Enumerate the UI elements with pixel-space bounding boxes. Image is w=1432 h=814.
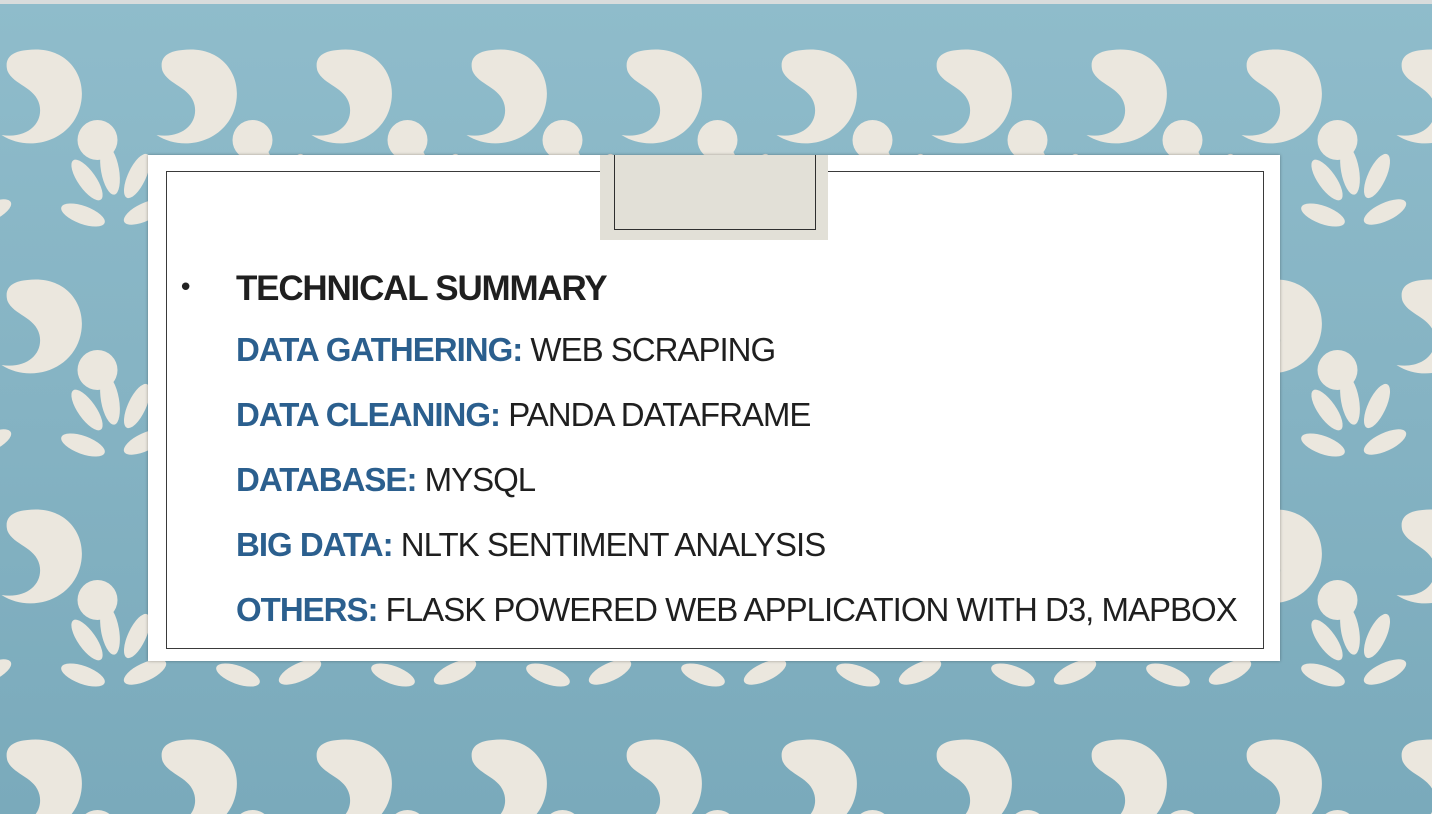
paisley-shape bbox=[311, 739, 392, 814]
paisley-shape bbox=[1396, 509, 1432, 604]
leaf-sprig-shape bbox=[0, 143, 15, 232]
paisley-shape bbox=[931, 49, 1012, 144]
paisley-shape bbox=[776, 49, 857, 144]
leaf-sprig-shape bbox=[1298, 0, 1410, 2]
leaf-sprig-shape bbox=[1143, 0, 1255, 2]
leaf-sprig-shape bbox=[988, 0, 1100, 2]
bullet-list: • TECHNICAL SUMMARY DATA GATHERING: WEB … bbox=[178, 265, 1258, 642]
dot-shape bbox=[1325, 810, 1350, 814]
paisley-shape bbox=[776, 739, 857, 814]
item-value: NLTK SENTIMENT ANALYSIS bbox=[400, 526, 826, 563]
leaf-sprig-shape bbox=[1298, 373, 1410, 462]
paisley-shape bbox=[156, 739, 237, 814]
dot-shape bbox=[1015, 810, 1040, 814]
paisley-shape bbox=[1396, 279, 1432, 374]
section-heading: TECHNICAL SUMMARY bbox=[236, 269, 608, 308]
item-value: PANDA DATAFRAME bbox=[508, 396, 811, 433]
dot-shape bbox=[240, 810, 265, 814]
paisley-shape bbox=[466, 739, 547, 814]
paisley-shape bbox=[156, 49, 237, 144]
leaf-sprig-shape bbox=[0, 0, 15, 2]
paisley-shape bbox=[1, 49, 82, 144]
leaf-sprig-shape bbox=[523, 0, 635, 2]
list-item: DATA CLEANING: PANDA DATAFRAME bbox=[236, 382, 1258, 447]
list-item: DATABASE: MYSQL bbox=[236, 447, 1258, 512]
title-tab bbox=[600, 155, 828, 240]
leaf-sprig-shape bbox=[1298, 143, 1410, 232]
bullet-heading-row: • TECHNICAL SUMMARY bbox=[178, 265, 1258, 317]
title-tab-inner bbox=[614, 155, 816, 230]
leaf-sprig-shape bbox=[368, 0, 480, 2]
paisley-shape bbox=[1241, 739, 1322, 814]
dot-shape bbox=[395, 810, 420, 814]
item-label: DATA CLEANING: bbox=[236, 396, 501, 433]
leaf-sprig-shape bbox=[58, 0, 170, 2]
paisley-shape bbox=[466, 49, 547, 144]
dot-shape bbox=[550, 810, 575, 814]
paisley-shape bbox=[311, 49, 392, 144]
item-label: BIG DATA: bbox=[236, 526, 394, 563]
item-label: DATA GATHERING: bbox=[236, 331, 523, 368]
item-value: MYSQL bbox=[424, 461, 537, 498]
leaf-sprig-shape bbox=[678, 0, 790, 2]
leaf-sprig-shape bbox=[0, 603, 15, 692]
content-card: • TECHNICAL SUMMARY DATA GATHERING: WEB … bbox=[148, 155, 1280, 661]
dot-shape bbox=[860, 810, 885, 814]
dot-shape bbox=[1170, 810, 1195, 814]
paisley-shape bbox=[1, 739, 82, 814]
paisley-shape bbox=[1086, 739, 1167, 814]
bullet-icon: • bbox=[178, 273, 194, 303]
list-item: BIG DATA: NLTK SENTIMENT ANALYSIS bbox=[236, 512, 1258, 577]
leaf-sprig-shape bbox=[0, 373, 15, 462]
paisley-shape bbox=[1396, 739, 1432, 814]
paisley-shape bbox=[621, 739, 702, 814]
paisley-shape bbox=[1086, 49, 1167, 144]
leaf-sprig-shape bbox=[213, 0, 325, 2]
paisley-shape bbox=[1, 509, 82, 604]
item-value: WEB SCRAPING bbox=[530, 331, 776, 368]
paisley-shape bbox=[1241, 49, 1322, 144]
paisley-shape bbox=[1396, 49, 1432, 144]
paisley-shape bbox=[621, 49, 702, 144]
item-label: OTHERS: bbox=[236, 591, 378, 628]
paisley-shape bbox=[931, 739, 1012, 814]
paisley-shape bbox=[1, 279, 82, 374]
list-item: OTHERS: FLASK POWERED WEB APPLICATION WI… bbox=[236, 577, 1258, 642]
leaf-sprig-shape bbox=[833, 0, 945, 2]
item-label: DATABASE: bbox=[236, 461, 417, 498]
list-item: DATA GATHERING: WEB SCRAPING bbox=[236, 317, 1258, 382]
slide: • TECHNICAL SUMMARY DATA GATHERING: WEB … bbox=[0, 0, 1432, 814]
dot-shape bbox=[85, 810, 110, 814]
leaf-sprig-shape bbox=[1298, 603, 1410, 692]
dot-shape bbox=[705, 810, 730, 814]
item-value: FLASK POWERED WEB APPLICATION WITH D3, M… bbox=[385, 591, 1238, 628]
